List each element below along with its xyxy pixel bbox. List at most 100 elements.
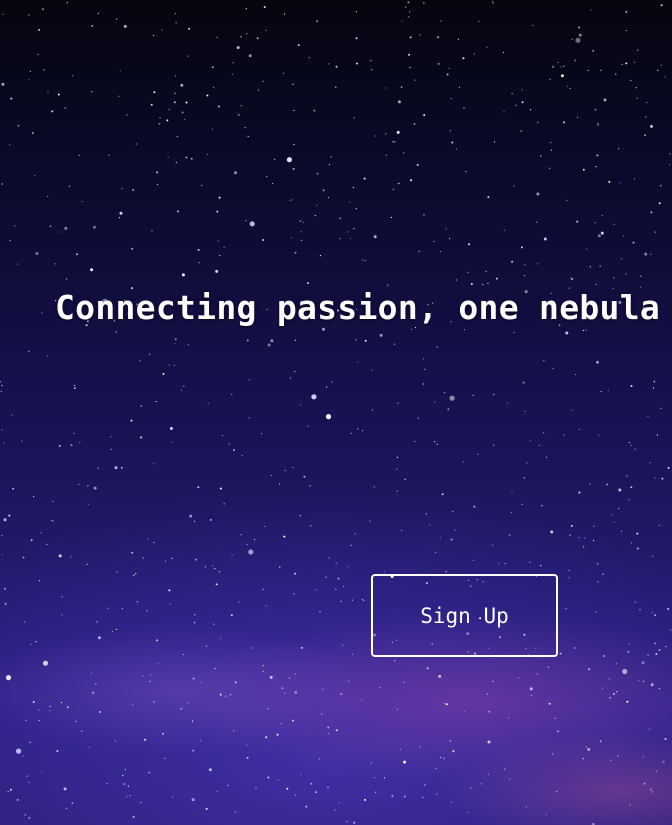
star <box>665 646 667 648</box>
star <box>211 66 214 69</box>
star <box>495 277 498 280</box>
star <box>185 101 188 104</box>
star <box>233 730 235 732</box>
star <box>38 28 41 31</box>
star <box>8 514 11 517</box>
star <box>620 258 623 260</box>
star <box>401 20 403 22</box>
star <box>87 503 89 505</box>
star <box>403 760 406 764</box>
star <box>650 683 654 687</box>
star <box>448 67 450 70</box>
star <box>436 793 438 795</box>
hero-section: Connecting passion, one nebula at a time… <box>0 0 672 825</box>
star <box>640 275 642 277</box>
star <box>307 425 309 427</box>
star <box>310 782 313 785</box>
star <box>110 448 112 450</box>
star <box>181 273 185 277</box>
star <box>437 36 440 39</box>
star <box>571 38 573 40</box>
star <box>294 794 296 796</box>
star <box>596 360 599 364</box>
star <box>529 109 532 111</box>
star <box>290 377 292 379</box>
star <box>633 61 636 63</box>
star <box>172 796 174 798</box>
star <box>445 571 447 573</box>
star <box>669 164 671 166</box>
star <box>396 708 399 711</box>
star <box>574 373 577 376</box>
star <box>595 166 597 168</box>
star <box>166 119 169 122</box>
star <box>524 264 526 266</box>
star <box>150 103 153 106</box>
star <box>650 788 652 791</box>
star <box>652 555 654 557</box>
star <box>508 717 510 719</box>
star <box>315 791 318 794</box>
star <box>540 155 542 157</box>
star <box>65 807 68 809</box>
star <box>300 773 302 776</box>
star <box>346 821 348 823</box>
star <box>122 774 124 777</box>
star <box>630 542 633 544</box>
star <box>42 660 49 666</box>
star <box>136 601 138 603</box>
star <box>294 673 296 675</box>
star <box>400 86 403 88</box>
star <box>403 152 405 154</box>
star <box>492 444 495 446</box>
star <box>156 171 159 174</box>
star <box>140 405 142 407</box>
sign-up-button[interactable]: Sign Up <box>371 574 558 657</box>
star <box>276 733 279 736</box>
star <box>4 602 7 605</box>
star <box>443 757 445 760</box>
star <box>51 110 54 113</box>
star <box>375 791 377 793</box>
star <box>340 693 343 696</box>
star <box>598 434 600 436</box>
star <box>630 79 632 82</box>
star <box>611 514 613 516</box>
star <box>153 91 156 94</box>
star <box>168 109 170 111</box>
star <box>185 156 188 159</box>
star <box>254 538 256 541</box>
star <box>180 83 184 87</box>
star <box>449 740 451 742</box>
star <box>463 107 465 109</box>
star <box>208 768 212 772</box>
star <box>545 456 548 458</box>
star <box>660 64 662 66</box>
star <box>608 180 611 183</box>
star <box>193 621 196 624</box>
star <box>88 746 90 749</box>
star <box>529 687 533 691</box>
star <box>658 202 661 205</box>
star <box>369 520 371 522</box>
star <box>267 776 270 779</box>
star <box>473 53 475 55</box>
star <box>161 29 163 31</box>
star <box>299 515 301 517</box>
star <box>29 70 31 72</box>
star <box>586 248 588 250</box>
star <box>601 214 604 217</box>
star <box>38 580 41 582</box>
star <box>373 777 376 779</box>
star <box>311 394 317 400</box>
star <box>394 660 396 662</box>
star <box>355 11 357 13</box>
star <box>521 503 523 505</box>
star <box>328 733 330 735</box>
starfield-background <box>0 1 672 825</box>
star <box>213 623 215 625</box>
star <box>93 486 97 490</box>
star <box>536 221 538 223</box>
star <box>292 466 294 468</box>
star <box>28 781 30 783</box>
